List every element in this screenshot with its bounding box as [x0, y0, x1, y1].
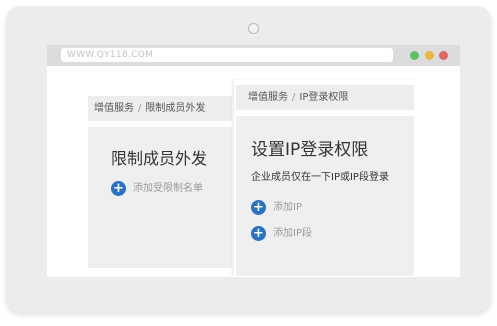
- plus-circle-icon: +: [111, 181, 126, 196]
- add-ip-label: 添加IP: [273, 202, 302, 213]
- add-restricted-list-label: 添加受限制名单: [133, 183, 203, 194]
- panel-title: 限制成员外发: [111, 149, 208, 168]
- content-panel: 设置IP登录权限 企业成员仅在一下IP或IP段登录 + 添加IP + 添加IP段: [236, 116, 414, 276]
- panel-subtitle: 企业成员仅在一下IP或IP段登录: [251, 172, 389, 183]
- add-restricted-list-button[interactable]: + 添加受限制名单: [111, 181, 203, 197]
- plus-circle-icon: +: [251, 200, 266, 215]
- breadcrumb: 增值服务 / 限制成员外发: [88, 96, 232, 121]
- device-frame: WWW.QY118.COM 增值服务 / 限制成员外发 限制成员外发 + 添加受限制名…: [6, 6, 491, 312]
- address-bar[interactable]: WWW.QY118.COM: [61, 48, 393, 62]
- content-panel: 限制成员外发 + 添加受限制名单: [88, 127, 232, 268]
- add-ip-button[interactable]: + 添加IP: [251, 200, 302, 216]
- breadcrumb-item-value-added[interactable]: 增值服务: [248, 92, 288, 103]
- breadcrumb-item-current: IP登录权限: [299, 92, 349, 103]
- panel-title: 设置IP登录权限: [251, 140, 369, 160]
- breadcrumb-separator: /: [292, 92, 296, 103]
- browser-screen: WWW.QY118.COM 增值服务 / 限制成员外发 限制成员外发 + 添加受限制名…: [47, 45, 460, 277]
- breadcrumb: 增值服务 / IP登录权限: [236, 85, 414, 110]
- maximize-button[interactable]: [410, 51, 419, 60]
- breadcrumb-item-current: 限制成员外发: [145, 103, 206, 114]
- browser-toolbar: WWW.QY118.COM: [47, 45, 460, 66]
- minimize-button[interactable]: [425, 51, 434, 60]
- breadcrumb-separator: /: [138, 103, 142, 114]
- close-button[interactable]: [439, 51, 448, 60]
- plus-circle-icon: +: [251, 226, 266, 241]
- restrict-outgoing-card: 增值服务 / 限制成员外发 限制成员外发 + 添加受限制名单: [88, 96, 232, 268]
- ip-login-card: 增值服务 / IP登录权限 设置IP登录权限 企业成员仅在一下IP或IP段登录 + 添…: [234, 80, 417, 277]
- breadcrumb-item-value-added[interactable]: 增值服务: [94, 103, 134, 114]
- add-ip-range-button[interactable]: + 添加IP段: [251, 226, 312, 242]
- camera-icon: [248, 23, 259, 34]
- add-ip-range-label: 添加IP段: [273, 228, 312, 239]
